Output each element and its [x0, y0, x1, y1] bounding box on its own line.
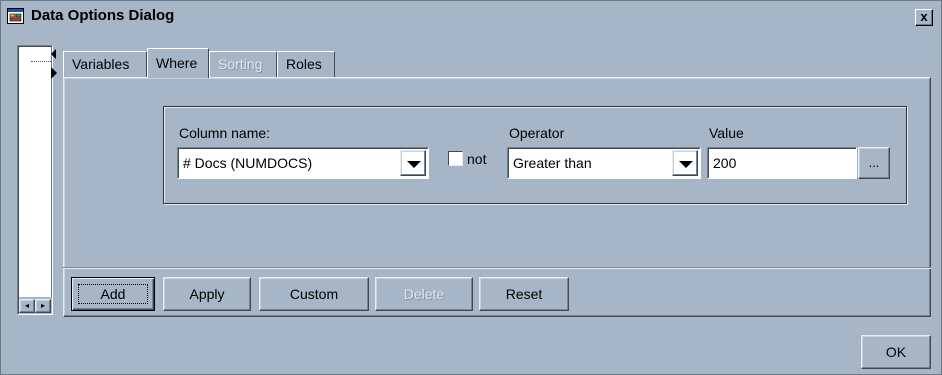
- chevron-down-icon: [407, 161, 421, 168]
- tab-where[interactable]: Where: [147, 48, 209, 78]
- value-input[interactable]: 200: [707, 147, 857, 179]
- panel-separator: [63, 267, 931, 269]
- operator-dropdown-button[interactable]: [672, 150, 698, 176]
- scroll-left-button[interactable]: ◂: [19, 299, 35, 313]
- custom-button[interactable]: Custom: [259, 277, 369, 311]
- left-list[interactable]: [19, 47, 52, 297]
- close-icon: x: [920, 9, 928, 24]
- value-text: 200: [713, 155, 737, 171]
- scroll-left-icon: ◂: [24, 301, 29, 310]
- expand-arrow-icon[interactable]: [51, 67, 57, 79]
- tree-dotted-line: [31, 61, 51, 62]
- delete-button: Delete: [375, 277, 473, 311]
- add-button[interactable]: Add: [71, 277, 155, 311]
- not-label: not: [467, 151, 487, 167]
- reset-button[interactable]: Reset: [479, 277, 569, 311]
- column-name-dropdown-button[interactable]: [400, 150, 426, 176]
- ok-button[interactable]: OK: [861, 335, 931, 369]
- title-bar[interactable]: Data Options Dialog x: [1, 1, 941, 31]
- left-pane-scrollbar[interactable]: ◂ ▸: [19, 299, 51, 313]
- column-name-dropdown[interactable]: # Docs (NUMDOCS): [177, 147, 429, 179]
- scroll-right-icon: ▸: [40, 301, 45, 310]
- value-label: Value: [709, 125, 744, 141]
- tab-variables[interactable]: Variables: [63, 51, 147, 77]
- tab-roles[interactable]: Roles: [277, 51, 335, 77]
- window-title: Data Options Dialog: [31, 7, 175, 24]
- dialog-window-icon: [7, 8, 24, 24]
- scroll-right-button[interactable]: ▸: [35, 299, 51, 313]
- data-options-dialog: Data Options Dialog x ◂ ▸ Variables Wher…: [0, 0, 942, 375]
- column-name-value: # Docs (NUMDOCS): [183, 155, 313, 171]
- collapse-arrow-icon[interactable]: [51, 49, 56, 59]
- value-browse-button[interactable]: ...: [858, 147, 890, 179]
- not-checkbox[interactable]: [448, 151, 463, 166]
- operator-dropdown[interactable]: Greater than: [507, 147, 701, 179]
- column-name-label: Column name:: [179, 125, 271, 141]
- apply-button[interactable]: Apply: [163, 277, 251, 311]
- chevron-down-icon: [679, 161, 693, 168]
- operator-value: Greater than: [513, 155, 592, 171]
- operator-label: Operator: [509, 125, 565, 141]
- close-button[interactable]: x: [915, 9, 933, 26]
- focus-indicator: [78, 284, 148, 304]
- tab-sorting: Sorting: [209, 51, 277, 77]
